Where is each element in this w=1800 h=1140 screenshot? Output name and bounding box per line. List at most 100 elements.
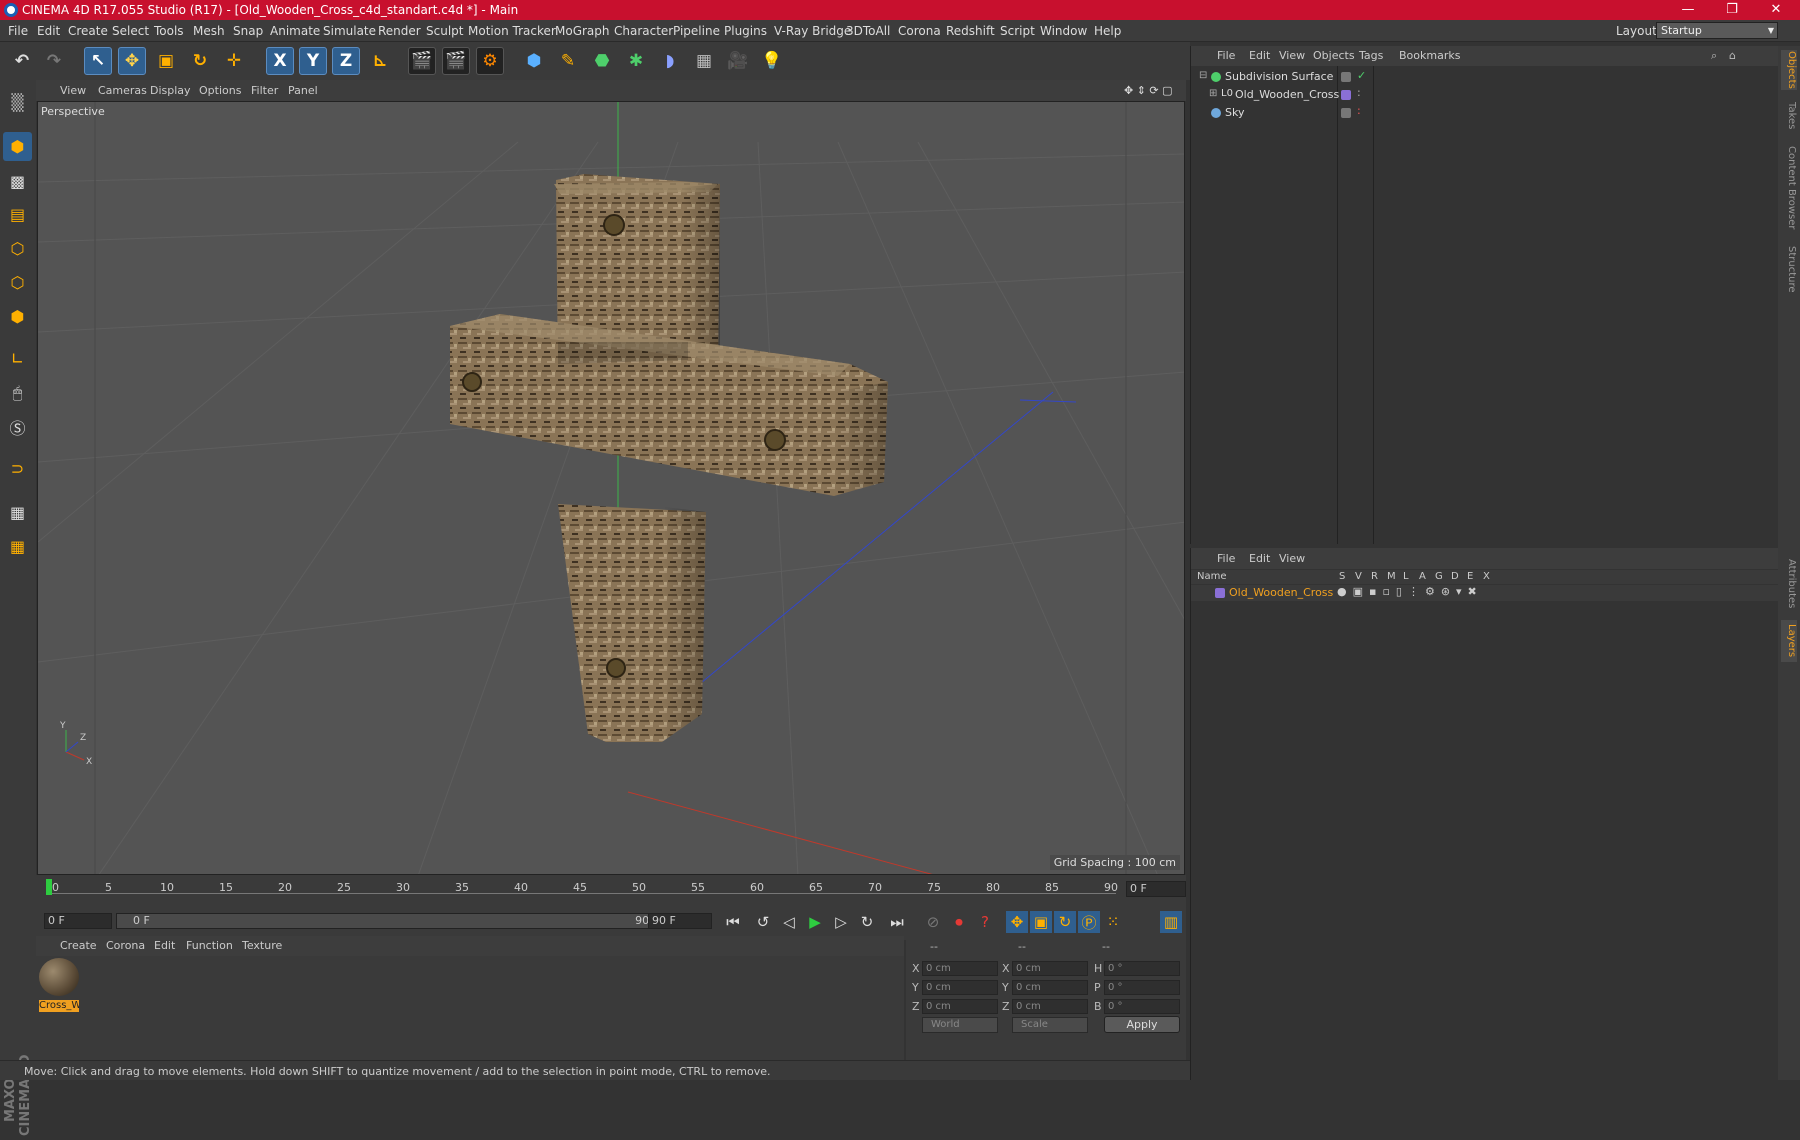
menu-vray-bridge[interactable]: V-Ray Bridge	[774, 24, 851, 38]
layer-row[interactable]: Old_Wooden_Cross ●▣▪▫▯⋮⚙⊛▾✖	[1191, 585, 1779, 601]
rotate-tool-icon[interactable]: ↻	[186, 47, 214, 75]
material-swatch[interactable]: Cross_W	[39, 958, 79, 1012]
undo-icon[interactable]: ↶	[8, 47, 36, 75]
apply-button[interactable]: Apply	[1104, 1016, 1180, 1033]
tweak-mode-icon[interactable]: 🖱	[3, 378, 32, 407]
camera-icon[interactable]: 🎥	[724, 47, 752, 75]
menu-help[interactable]: Help	[1094, 24, 1121, 38]
keyframe-selection-icon[interactable]: ?	[974, 911, 996, 933]
viewport-menu-display[interactable]: Display	[150, 84, 191, 97]
tab-objects[interactable]: Objects	[1781, 50, 1797, 90]
viewport-menu-panel[interactable]: Panel	[288, 84, 318, 97]
menu-character[interactable]: Character	[614, 24, 673, 38]
size-mode-select[interactable]: Scale	[1012, 1017, 1088, 1033]
planar-workplane-icon[interactable]: ▦	[3, 532, 32, 561]
record-keyframes-icon[interactable]: ⊘	[922, 911, 944, 933]
go-to-end-icon[interactable]: ⏭	[886, 911, 908, 933]
spline-pen-icon[interactable]: ✎	[554, 47, 582, 75]
render-view-icon[interactable]: 🎬	[408, 47, 436, 75]
wooden-cross-model[interactable]	[450, 174, 888, 742]
layout-select[interactable]: Startup ▼	[1656, 22, 1778, 39]
viewport-nav-icons[interactable]: ✥ ⇕ ⟳ ▢	[1124, 84, 1173, 97]
polygons-mode-icon[interactable]: ⬢	[3, 302, 32, 331]
snap-icon[interactable]: ⊃	[3, 454, 32, 483]
perspective-viewport[interactable]: Y X Z Perspective Grid Spacing : 100 cm	[37, 101, 1185, 875]
edges-mode-icon[interactable]: ⬡	[3, 268, 32, 297]
subdivision-surface-icon[interactable]: ⬣	[588, 47, 616, 75]
visibility-dots-icon[interactable]: :	[1357, 86, 1361, 99]
key-pla-icon[interactable]: ⁙	[1102, 911, 1124, 933]
make-editable-icon[interactable]: ▒	[3, 88, 32, 117]
rotation-h-field[interactable]: 0 °	[1104, 961, 1180, 976]
y-axis-button[interactable]: Y	[299, 47, 327, 75]
objects-menu-tags[interactable]: Tags	[1359, 49, 1383, 62]
menu-create[interactable]: Create	[68, 24, 108, 38]
menu-snap[interactable]: Snap	[233, 24, 263, 38]
layers-menu-file[interactable]: File	[1217, 552, 1235, 565]
tab-attributes[interactable]: Attributes	[1781, 554, 1797, 614]
tab-layers[interactable]: Layers	[1781, 620, 1797, 662]
menu-redshift[interactable]: Redshift	[946, 24, 995, 38]
object-row[interactable]: Sky :	[1193, 104, 1778, 122]
key-scale-icon[interactable]: ▣	[1030, 911, 1052, 933]
cloner-icon[interactable]: ✱	[622, 47, 650, 75]
search-icon[interactable]: ⌕	[1711, 49, 1717, 63]
layer-toggle-icons[interactable]: ●▣▪▫▯⋮⚙⊛▾✖	[1337, 585, 1483, 598]
cube-primitive-icon[interactable]: ⬢	[520, 47, 548, 75]
visibility-dots-icon[interactable]: :	[1357, 104, 1361, 117]
x-axis-button[interactable]: X	[266, 47, 294, 75]
autokey-icon[interactable]: ⏺	[948, 911, 970, 933]
current-frame-field[interactable]: 0 F	[1126, 881, 1186, 897]
coordinate-mode-select[interactable]: World	[922, 1017, 998, 1033]
material-menu-corona[interactable]: Corona	[106, 939, 145, 952]
key-parameter-icon[interactable]: Ⓟ	[1078, 911, 1100, 933]
minimize-button[interactable]: —	[1668, 0, 1708, 20]
viewport-menu-filter[interactable]: Filter	[251, 84, 278, 97]
points-mode-icon[interactable]: ⬡	[3, 234, 32, 263]
viewport-menu-cameras[interactable]: Cameras	[98, 84, 147, 97]
menu-pipeline[interactable]: Pipeline	[673, 24, 720, 38]
menu-select[interactable]: Select	[112, 24, 149, 38]
viewport-menu-options[interactable]: Options	[199, 84, 241, 97]
rotation-b-field[interactable]: 0 °	[1104, 999, 1180, 1014]
menu-simulate[interactable]: Simulate	[323, 24, 376, 38]
material-menu-texture[interactable]: Texture	[242, 939, 282, 952]
menu-window[interactable]: Window	[1040, 24, 1087, 38]
expand-icon[interactable]: ⊞	[1209, 88, 1217, 99]
menu-edit[interactable]: Edit	[37, 24, 60, 38]
solo-mode-icon[interactable]: Ⓢ	[3, 412, 32, 441]
end-frame-field[interactable]: 90 F	[648, 913, 712, 929]
menu-script[interactable]: Script	[1000, 24, 1035, 38]
size-z-field[interactable]: 0 cm	[1012, 999, 1088, 1014]
menu-motion-tracker[interactable]: Motion Tracker	[468, 24, 556, 38]
menu-tools[interactable]: Tools	[154, 24, 184, 38]
layers-menu-view[interactable]: View	[1279, 552, 1305, 565]
material-menu-edit[interactable]: Edit	[154, 939, 175, 952]
render-settings-icon[interactable]: ⚙	[476, 47, 504, 75]
menu-render[interactable]: Render	[378, 24, 421, 38]
previous-frame-icon[interactable]: ◁	[778, 911, 800, 933]
layer-color-swatch[interactable]	[1215, 588, 1225, 598]
position-x-field[interactable]: 0 cm	[922, 961, 998, 976]
range-slider[interactable]: 0 F 90 F	[116, 913, 676, 929]
objects-menu-view[interactable]: View	[1279, 49, 1305, 62]
model-mode-icon[interactable]: ⬢	[3, 132, 32, 161]
tab-structure[interactable]: Structure	[1781, 242, 1797, 296]
scale-tool-icon[interactable]: ▣	[152, 47, 180, 75]
collapse-icon[interactable]: ⊟	[1199, 70, 1207, 81]
rotation-p-field[interactable]: 0 °	[1104, 980, 1180, 995]
viewport-menu-view[interactable]: View	[60, 84, 86, 97]
menu-sculpt[interactable]: Sculpt	[426, 24, 463, 38]
enabled-check-icon[interactable]: ✓	[1357, 69, 1366, 82]
redo-icon[interactable]: ↷	[40, 47, 68, 75]
menu-plugins[interactable]: Plugins	[724, 24, 767, 38]
axis-mode-icon[interactable]: ∟	[3, 344, 32, 373]
start-frame-field[interactable]: 0 F	[44, 913, 112, 929]
light-icon[interactable]: 💡	[758, 47, 786, 75]
z-axis-button[interactable]: Z	[332, 47, 360, 75]
floor-icon[interactable]: ▦	[690, 47, 718, 75]
menu-file[interactable]: File	[8, 24, 28, 38]
texture-mode-icon[interactable]: ▩	[3, 167, 32, 196]
tab-takes[interactable]: Takes	[1781, 98, 1797, 134]
menu-mesh[interactable]: Mesh	[193, 24, 225, 38]
